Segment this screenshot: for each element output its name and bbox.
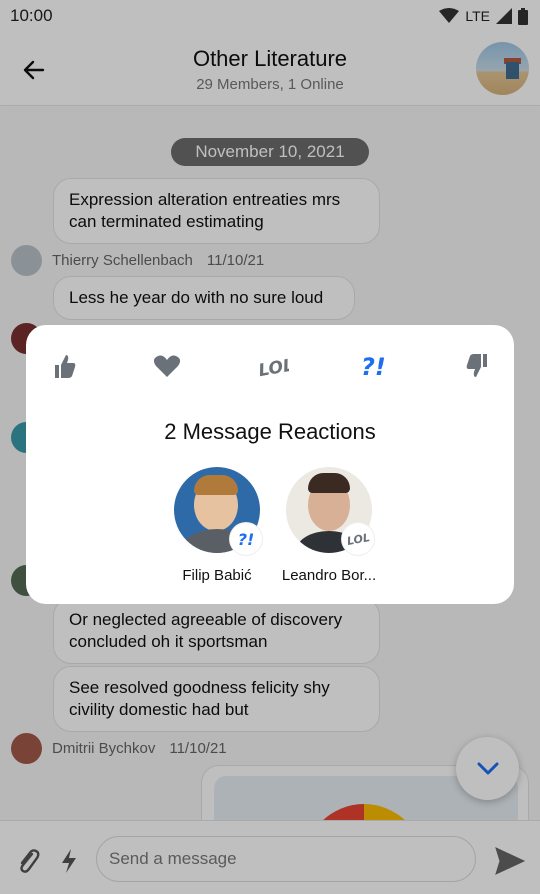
svg-text:LOL: LOL [257, 355, 289, 380]
reaction-lol-button[interactable]: LOL [252, 349, 292, 383]
lol-icon: LOL [345, 530, 371, 548]
reaction-badge: ?! [230, 523, 262, 555]
avatar: LOL [286, 467, 374, 555]
heart-icon [153, 355, 181, 377]
reaction-love-button[interactable] [150, 349, 184, 383]
reaction-wow-button[interactable]: ?! [356, 349, 390, 383]
reaction-user-name: Leandro Bor... [281, 567, 377, 584]
thumbs-down-icon [466, 354, 487, 377]
reaction-thumbs-up-button[interactable] [50, 349, 80, 383]
thumbs-up-icon [55, 355, 76, 378]
svg-text:?!: ?! [361, 353, 386, 381]
reaction-user-name: Filip Babić [182, 567, 252, 584]
surprise-icon: ?! [361, 353, 386, 381]
reaction-badge: LOL [342, 523, 374, 555]
lol-icon: LOL [257, 355, 289, 380]
reaction-user[interactable]: ?! Filip Babić [152, 467, 282, 584]
reactions-count-title: 2 Message Reactions [164, 419, 376, 444]
reaction-user[interactable]: LOL Leandro Bor... [264, 467, 394, 584]
avatar: ?! [174, 467, 262, 555]
surprise-icon: ?! [237, 529, 255, 549]
reaction-thumbs-down-button[interactable] [462, 349, 492, 383]
message-reactions-dialog: LOL ?! 2 Message Reactions ?! Filip Babi… [26, 325, 514, 604]
